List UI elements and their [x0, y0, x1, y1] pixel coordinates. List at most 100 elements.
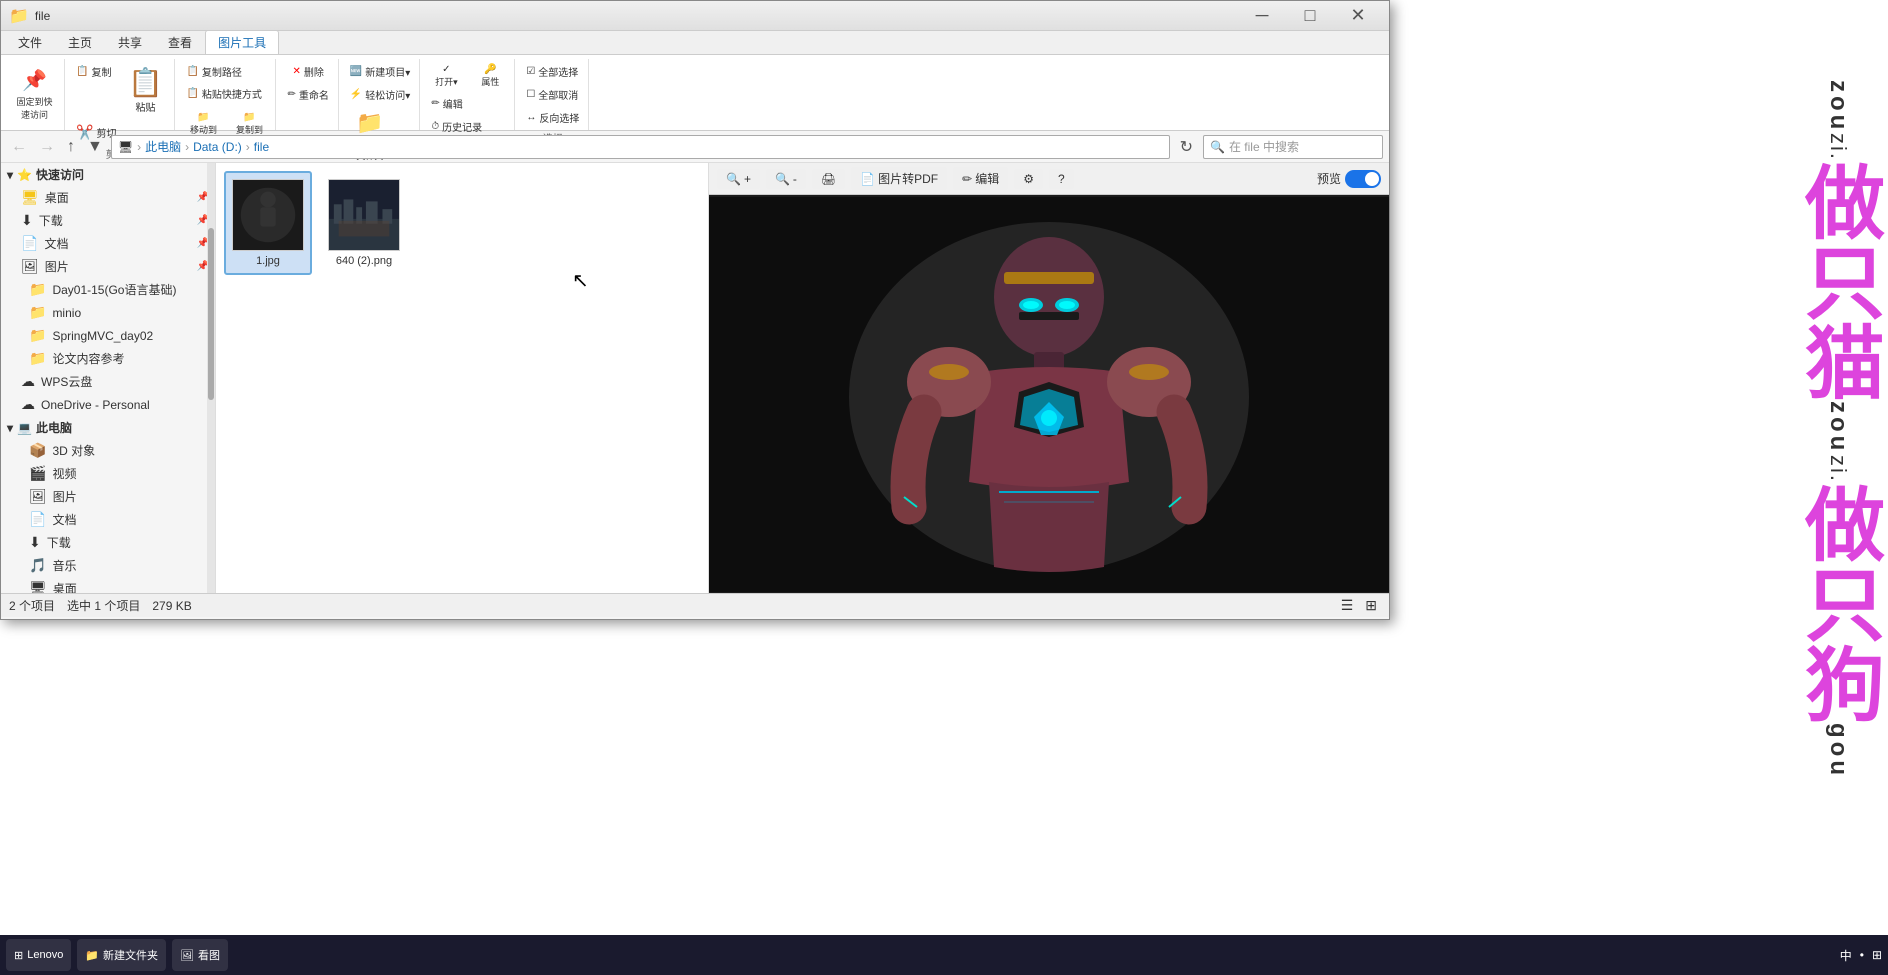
breadcrumb-thispc[interactable]: 此电脑 — [145, 138, 181, 155]
paste-label: 粘贴 — [135, 99, 155, 114]
select-buttons: ☑ 全部选择 ☐ 全部取消 ↔ 反向选择 — [521, 61, 584, 128]
file-name-1jpg: 1.jpg — [256, 255, 280, 267]
maximize-button[interactable]: □ — [1287, 1, 1333, 31]
sidebar-item-desktop2[interactable]: 🖥 桌面 — [1, 577, 215, 593]
zoom-in-button[interactable]: 🔍+ — [717, 169, 760, 189]
ribbon-group-open: ✓ 打开▾ 🔑 属性 ✏ 编辑 ⏱ 历史记录 打开 — [422, 59, 515, 130]
day01-icon: 📁 — [29, 281, 46, 298]
sidebar-item-day01[interactable]: 📁 Day01-15(Go语言基础) — [1, 278, 215, 301]
taskbar-viewer[interactable]: 🖼 看图 — [172, 939, 228, 971]
quick-access-header[interactable]: ▾ ⭐ 快速访问 — [1, 163, 215, 186]
new-project-label: 新建项目▾ — [365, 64, 410, 79]
print-button[interactable]: 🖨 — [812, 169, 845, 189]
preview-toggle-switch[interactable] — [1345, 170, 1381, 188]
invert-select-label: 反向选择 — [539, 110, 579, 125]
3d-label: 3D 对象 — [52, 442, 95, 459]
dl-label: 下载 — [47, 534, 71, 551]
list-view-button[interactable]: ☰ — [1337, 595, 1358, 616]
paste-shortcut-label: 粘贴快捷方式 — [202, 86, 262, 101]
thesis-icon: 📁 — [29, 350, 46, 367]
file-item-1jpg[interactable]: 1.jpg — [224, 171, 312, 275]
thumb-svg-640png — [329, 179, 399, 251]
easy-access-button[interactable]: ⚡ 轻松访问▾ — [345, 84, 415, 105]
search-box[interactable]: 🔍 在 file 中搜索 — [1203, 135, 1383, 159]
tab-file[interactable]: 文件 — [5, 30, 55, 54]
downloads-label: 下载 — [39, 212, 63, 229]
deselect-all-icon: ☐ — [526, 89, 535, 100]
sidebar-item-3d[interactable]: 📦 3D 对象 — [1, 439, 215, 462]
edit-open-label: 编辑 — [443, 96, 463, 111]
organize-buttons: 📋 复制路径 📋 粘贴快捷方式 📁 移动到 � — [181, 61, 271, 139]
sidebar-item-springmvc[interactable]: 📁 SpringMVC_day02 — [1, 324, 215, 347]
sidebar-item-music[interactable]: 🎵 音乐 — [1, 554, 215, 577]
tab-home[interactable]: 主页 — [55, 30, 105, 54]
status-bar: 2 个项目 选中 1 个项目 279 KB ☰ ⊞ — [1, 593, 1389, 617]
file-item-640png[interactable]: 640 (2).png — [320, 171, 408, 275]
folder-icon: 📁 — [9, 6, 29, 26]
sidebar-item-downloads[interactable]: ⬇ 下载 📌 — [1, 209, 215, 232]
taskbar-newfolder[interactable]: 📁 新建文件夹 — [77, 939, 166, 971]
sidebar-item-dl[interactable]: ⬇ 下载 — [1, 531, 215, 554]
pdf-button[interactable]: 📄 图片转PDF — [851, 167, 947, 190]
properties-button[interactable]: 🔑 属性 — [470, 61, 510, 91]
deselect-all-button[interactable]: ☐ 全部取消 — [521, 84, 583, 105]
sidebar-item-wps[interactable]: ☁ WPS云盘 — [1, 370, 215, 393]
new-project-button[interactable]: 🆕 新建项目▾ — [345, 61, 415, 82]
paste-big-button[interactable]: 📋 粘贴 — [120, 61, 170, 119]
nav-dropdown-button[interactable]: ▼ — [83, 136, 107, 158]
select-all-button[interactable]: ☑ 全部选择 — [521, 61, 583, 82]
open-button[interactable]: ✓ 打开▾ — [426, 61, 466, 91]
input-method-icon[interactable]: 中 — [1840, 947, 1852, 964]
history-button[interactable]: ⏱ 历史记录 — [426, 116, 487, 137]
breadcrumb-datad[interactable]: Data (D:) — [193, 140, 242, 154]
taskbar-grid[interactable]: ⊞ — [1872, 948, 1882, 962]
sidebar-item-pictures[interactable]: 🖼 图片 📌 — [1, 255, 215, 278]
desktop2-icon: 🖥 — [29, 580, 47, 593]
sidebar-item-thesis[interactable]: 📁 论文内容参考 — [1, 347, 215, 370]
ribbon-group-pin: 📌 固定到快速访问 — [5, 59, 65, 130]
open-icon: ✓ — [442, 64, 450, 75]
help-button[interactable]: ? — [1049, 169, 1074, 189]
breadcrumb-file[interactable]: file — [254, 140, 269, 154]
paste-shortcut-button[interactable]: 📋 粘贴快捷方式 — [181, 83, 266, 104]
tab-view[interactable]: 查看 — [155, 30, 205, 54]
selected-count: 选中 1 个项目 — [67, 597, 140, 614]
settings-button[interactable]: ⚙ — [1014, 169, 1043, 189]
edit-open-button[interactable]: ✏ 编辑 — [426, 93, 467, 114]
docs-icon: 📄 — [21, 235, 38, 252]
delete-button[interactable]: ✕ 删除 — [287, 61, 328, 82]
taskbar-lenovo[interactable]: ⊞ Lenovo — [6, 939, 71, 971]
tab-picture-tools[interactable]: 图片工具 — [205, 30, 279, 54]
edit-image-icon: ✏ — [962, 172, 972, 186]
sidebar-item-desktop[interactable]: 🖥 桌面 📌 — [1, 186, 215, 209]
sidebar-item-videos[interactable]: 🎬 视频 — [1, 462, 215, 485]
close-button[interactable]: ✕ — [1335, 1, 1381, 31]
nav-back-button[interactable]: ← — [7, 136, 31, 158]
sidebar-item-documents[interactable]: 📄 文档 — [1, 508, 215, 531]
copy-path-button[interactable]: 📋 复制路径 — [181, 61, 246, 82]
zoom-out-button[interactable]: 🔍- — [766, 169, 806, 189]
edit-image-button[interactable]: ✏ 编辑 — [953, 167, 1008, 190]
minimize-button[interactable]: ─ — [1239, 1, 1285, 31]
rename-button[interactable]: ✏ 重命名 — [282, 84, 333, 105]
pin-button[interactable]: 📌 固定到快速访问 — [11, 65, 57, 124]
print-icon: 🖨 — [821, 172, 836, 186]
sidebar-item-minio[interactable]: 📁 minio — [1, 301, 215, 324]
tab-share[interactable]: 共享 — [105, 30, 155, 54]
this-pc-header[interactable]: ▾ 💻 此电脑 — [1, 416, 215, 439]
copy-button[interactable]: 📋 复制 — [71, 61, 116, 82]
sidebar-scrollbar[interactable] — [207, 163, 215, 593]
nav-forward-button[interactable]: → — [35, 136, 59, 158]
invert-select-icon: ↔ — [526, 112, 536, 123]
nav-up-button[interactable]: ↑ — [63, 136, 79, 158]
refresh-button[interactable]: ↻ — [1174, 135, 1199, 159]
music-icon: 🎵 — [29, 557, 46, 574]
ribbon-group-edit: ✕ 删除 ✏ 重命名 — [278, 59, 338, 130]
sidebar-item-pics[interactable]: 🖼 图片 — [1, 485, 215, 508]
selected-size: 279 KB — [152, 599, 191, 613]
grid-view-button[interactable]: ⊞ — [1361, 595, 1381, 616]
invert-select-button[interactable]: ↔ 反向选择 — [521, 107, 584, 128]
sidebar-item-docs[interactable]: 📄 文档 📌 — [1, 232, 215, 255]
pics-icon: 🖼 — [29, 488, 47, 505]
sidebar-item-onedrive[interactable]: ☁ OneDrive - Personal — [1, 393, 215, 416]
